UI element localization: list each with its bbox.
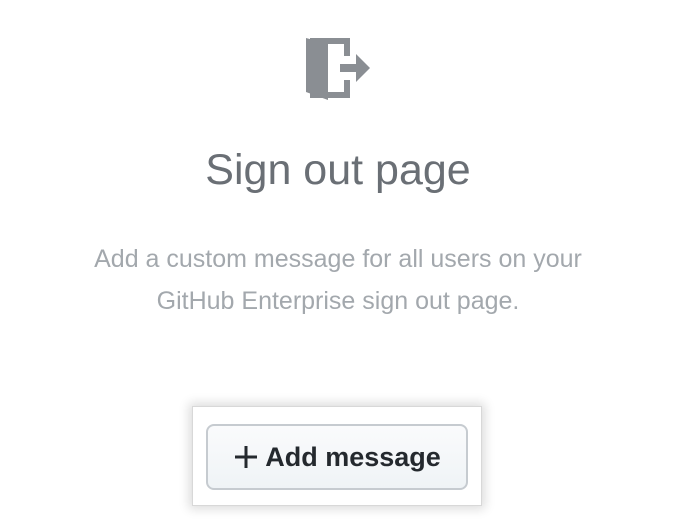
plus-icon xyxy=(233,444,259,470)
sign-out-blankslate: Sign out page Add a custom message for a… xyxy=(0,0,676,530)
sign-out-door-icon xyxy=(304,34,372,102)
add-message-button[interactable]: Add message xyxy=(206,424,468,490)
page-description: Add a custom message for all users on yo… xyxy=(94,245,582,315)
page-title: Sign out page xyxy=(205,146,471,194)
add-message-label: Add message xyxy=(265,441,441,472)
